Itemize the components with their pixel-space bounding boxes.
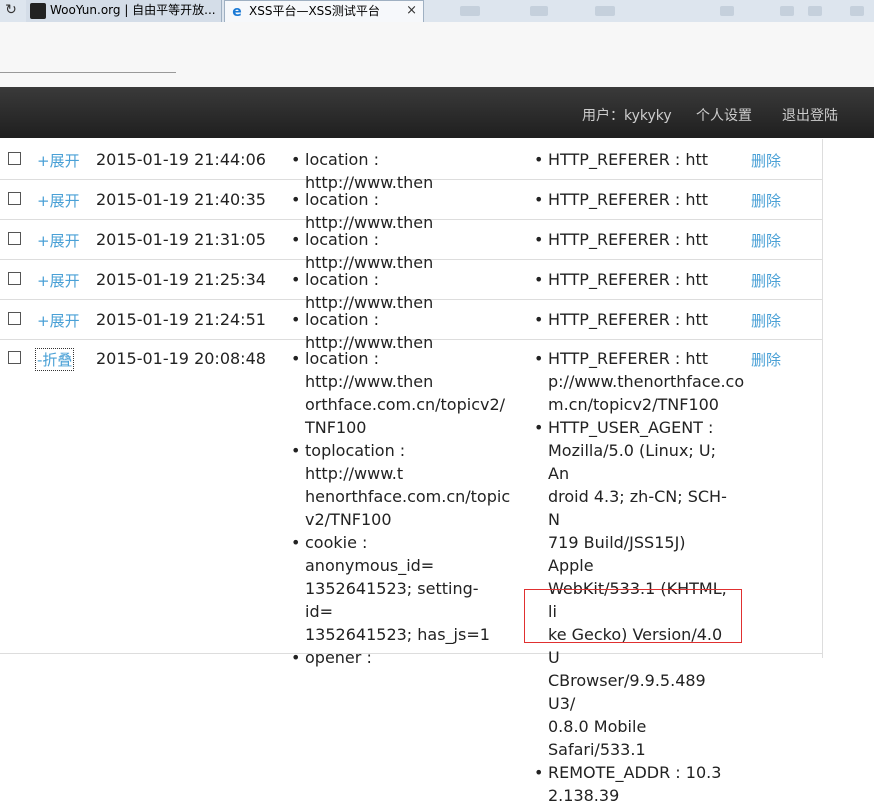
ie-favicon-icon: e [232,3,242,20]
expand-toggle[interactable]: +展开 [37,190,80,211]
table-row: +展开 2015-01-19 21:40:35 location : http:… [0,179,822,232]
record-time: 2015-01-19 21:31:05 [96,230,266,249]
list-item-referer: HTTP_REFERER : htt p://www.thenorthface.… [534,347,744,416]
nav-logout-link[interactable]: 退出登陆 [782,105,838,125]
list-item: HTTP_REFERER : htt [534,188,734,211]
headers-list: HTTP_REFERER : htt p://www.thenorthface.… [534,347,744,807]
remote-addr-highlight-box [524,589,742,643]
delete-link[interactable]: 删除 [751,150,781,171]
list-item: HTTP_REFERER : htt [534,148,734,171]
delete-link[interactable]: 删除 [751,230,781,251]
row-checkbox[interactable] [8,152,21,165]
tab-wooyun[interactable]: WooYun.org | 自由平等开放... [26,0,222,22]
top-navbar: 用户：kykyky 个人设置 退出登陆 [0,87,874,138]
headers-list: HTTP_REFERER : htt [534,308,734,331]
expand-toggle[interactable]: +展开 [37,230,80,251]
refresh-icon[interactable]: ↻ [0,0,22,22]
headers-list: HTTP_REFERER : htt [534,148,734,171]
expand-toggle[interactable]: +展开 [37,150,80,171]
nav-settings-link[interactable]: 个人设置 [696,105,752,125]
page-header-area [0,22,874,87]
blurred-tab-area [440,0,874,22]
record-time: 2015-01-19 21:24:51 [96,310,266,329]
row-checkbox[interactable] [8,351,21,364]
list-item-cookie: cookie : anonymous_id= 1352641523; setti… [291,531,491,646]
tab-title: WooYun.org | 自由平等开放... [50,3,216,17]
row-checkbox[interactable] [8,312,21,325]
headers-list: HTTP_REFERER : htt [534,188,734,211]
list-item-toplocation: toplocation : http://www.t henorthface.c… [291,439,510,531]
expand-toggle[interactable]: +展开 [37,310,80,331]
headers-list: HTTP_REFERER : htt [534,268,734,291]
table-row: +展开 2015-01-19 21:31:05 location : http:… [0,219,822,272]
tab-title: XSS平台—XSS测试平台 [249,4,380,18]
list-item: HTTP_REFERER : htt [534,268,734,291]
table-row: +展开 2015-01-19 21:25:34 location : http:… [0,259,822,312]
headers-list: HTTP_REFERER : htt [534,228,734,251]
list-item-remote-addr: REMOTE_ADDR : 10.3 2.138.39 [534,761,734,807]
close-icon[interactable]: × [406,1,417,21]
row-checkbox[interactable] [8,232,21,245]
delete-link[interactable]: 删除 [751,270,781,291]
browser-tab-strip: ↻ WooYun.org | 自由平等开放... e XSS平台—XSS测试平台 … [0,0,874,23]
input-underline [0,72,176,73]
record-time: 2015-01-19 21:44:06 [96,150,266,169]
list-item: HTTP_REFERER : htt [534,228,734,251]
row-checkbox[interactable] [8,192,21,205]
record-time: 2015-01-19 20:08:48 [96,349,266,368]
list-item-location: location : http://www.then orthface.com.… [291,347,505,439]
tab-xss-platform[interactable]: e XSS平台—XSS测试平台 × [224,0,424,22]
expand-toggle[interactable]: +展开 [37,270,80,291]
table-row: +展开 2015-01-19 21:24:51 location : http:… [0,299,822,352]
delete-link[interactable]: 删除 [751,190,781,211]
location-list: location : http://www.then orthface.com.… [291,347,510,669]
list-item: HTTP_REFERER : htt [534,308,734,331]
record-time: 2015-01-19 21:40:35 [96,190,266,209]
delete-link[interactable]: 删除 [751,310,781,331]
table-row: +展开 2015-01-19 21:44:06 location : http:… [0,139,822,192]
delete-link[interactable]: 删除 [751,349,781,370]
collapse-toggle[interactable]: -折叠 [35,348,75,371]
wooyun-favicon-icon [30,2,46,19]
row-checkbox[interactable] [8,272,21,285]
nav-user[interactable]: 用户：kykyky [582,105,672,125]
record-time: 2015-01-19 21:25:34 [96,270,266,289]
records-table: +展开 2015-01-19 21:44:06 location : http:… [0,139,823,805]
